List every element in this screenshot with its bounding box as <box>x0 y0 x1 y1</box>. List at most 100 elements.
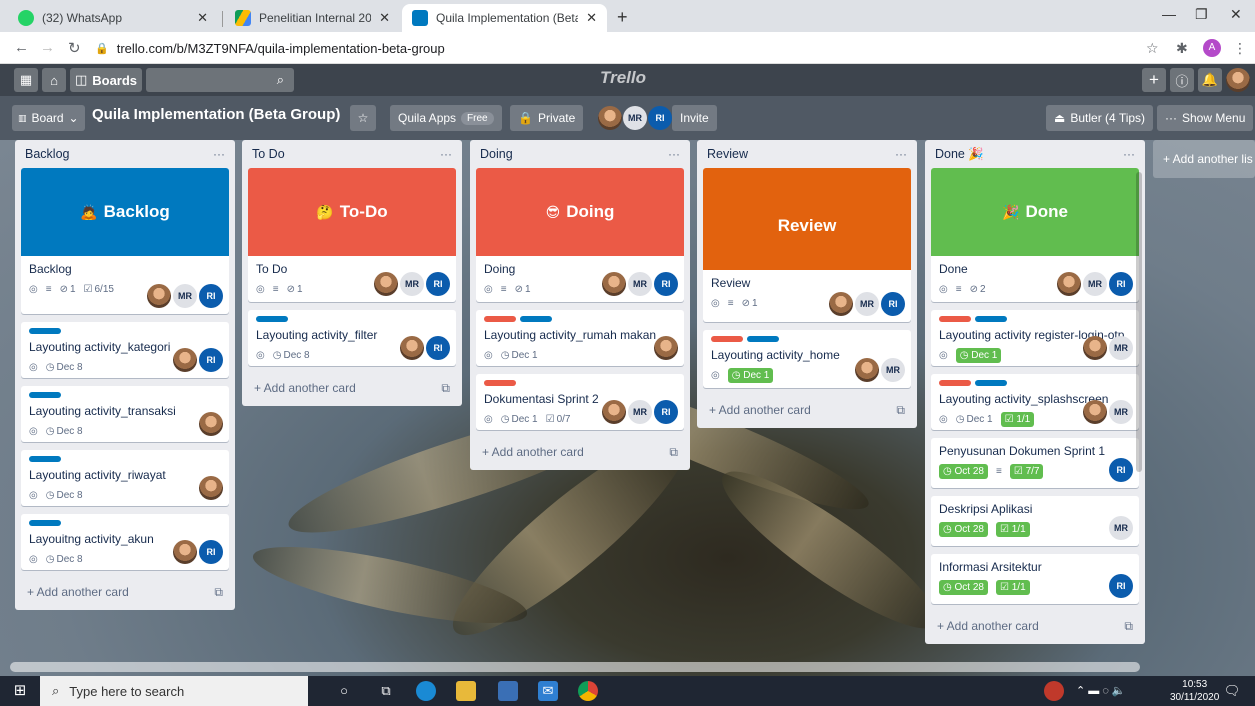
member-avatar-ri[interactable]: RI <box>199 540 223 564</box>
member-avatar-photo[interactable] <box>173 348 197 372</box>
cover-card[interactable]: 🙇 Backlog Backlog ◎ ≡ ⊘ 1 ☑ 6/15 MR RI <box>21 168 229 314</box>
reload-icon[interactable]: ↻ <box>68 39 81 57</box>
add-card-button[interactable]: + Add another card ⧉ <box>476 438 684 466</box>
member-avatar-mr[interactable]: MR <box>1083 272 1107 296</box>
list-title[interactable]: Doing <box>480 147 513 161</box>
member-avatar-photo[interactable] <box>598 106 622 130</box>
member-avatar-mr[interactable]: MR <box>628 400 652 424</box>
member-avatar-mr[interactable]: MR <box>400 272 424 296</box>
notification-bell-icon[interactable]: 🔔 <box>1198 68 1222 92</box>
card[interactable]: Layouting activity_splashscreen ◎ ◷ Dec 1 ☑… <box>931 374 1139 430</box>
board-title[interactable]: Quila Implementation (Beta Group) <box>92 106 340 123</box>
close-tab-icon[interactable]: ✕ <box>586 10 597 26</box>
member-avatar-photo[interactable] <box>1057 272 1081 296</box>
due-date-badge[interactable]: ◷ Oct 28 <box>939 521 988 537</box>
list-title[interactable]: Review <box>707 147 748 161</box>
card[interactable]: Layouitng activity_akun ◎ ◷ Dec 8 RI <box>21 514 229 570</box>
tab-trello[interactable]: Quila Implementation (Beta Grou ✕ <box>402 4 607 32</box>
show-menu-button[interactable]: ··· Show Menu <box>1157 105 1254 131</box>
info-icon[interactable]: ⓘ <box>1170 68 1194 92</box>
member-avatar-ri[interactable]: RI <box>654 400 678 424</box>
card-template-icon[interactable]: ⧉ <box>214 585 223 600</box>
card[interactable]: Layouting activity_rumah makan ◎ ◷ Dec 1 <box>476 310 684 366</box>
user-avatar[interactable] <box>1226 68 1250 92</box>
member-avatar-ri[interactable]: RI <box>199 348 223 372</box>
list-menu-icon[interactable]: ··· <box>213 147 225 161</box>
back-icon[interactable]: ← <box>14 39 29 56</box>
card[interactable]: Deskripsi Aplikasi ◷ Oct 28 ☑ 1/1 MR <box>931 496 1139 546</box>
member-avatar-ri[interactable]: RI <box>426 336 450 360</box>
tab-whatsapp[interactable]: (32) WhatsApp ✕ <box>8 4 218 32</box>
list-menu-icon[interactable]: ··· <box>1123 147 1135 161</box>
member-avatar-ri[interactable]: RI <box>1109 458 1133 482</box>
url-field[interactable]: 🔒 trello.com/b/M3ZT9NFA/quila-implementa… <box>95 36 1130 60</box>
member-avatar-mr[interactable]: MR <box>623 106 647 130</box>
cortana-icon[interactable]: ○ <box>334 681 354 701</box>
member-avatar-ri[interactable]: RI <box>654 272 678 296</box>
member-avatar-photo[interactable] <box>400 336 424 360</box>
board-menu-button[interactable]: ▥ Board ⌄ <box>12 105 85 131</box>
card[interactable]: Layouting activity register-login-otp ◎ ◷… <box>931 310 1139 366</box>
member-avatar-photo[interactable] <box>1083 336 1107 360</box>
profile-avatar[interactable]: A <box>1203 39 1221 57</box>
extensions-icon[interactable]: ✱ <box>1176 40 1188 57</box>
due-date-badge[interactable]: ◷ Oct 28 <box>939 463 988 479</box>
boards-button[interactable]: ◫ Boards <box>70 68 142 92</box>
mail-icon[interactable]: ✉ <box>538 681 558 701</box>
star-board-button[interactable]: ☆ <box>350 105 376 131</box>
home-icon[interactable]: ⌂ <box>42 68 66 92</box>
member-avatar-photo[interactable] <box>1083 400 1107 424</box>
taskbar-search-input[interactable]: ⌕ Type here to search <box>40 676 308 706</box>
add-card-button[interactable]: + Add another card ⧉ <box>21 578 229 606</box>
board-horizontal-scrollbar[interactable] <box>10 662 1140 672</box>
due-date-badge[interactable]: ◷ Oct 28 <box>939 579 988 595</box>
list-menu-icon[interactable]: ··· <box>895 147 907 161</box>
member-avatar-ri[interactable]: RI <box>1109 272 1133 296</box>
list-title[interactable]: Backlog <box>25 147 69 161</box>
list-scrollbar[interactable] <box>1136 172 1142 472</box>
windows-start-icon[interactable]: ⊞ <box>10 681 30 701</box>
card-template-icon[interactable]: ⧉ <box>441 381 450 396</box>
member-avatar-mr[interactable]: MR <box>1109 516 1133 540</box>
add-list-button[interactable]: + Add another lis <box>1153 140 1255 178</box>
card[interactable]: Dokumentasi Sprint 2 ◎ ◷ Dec 1 ☑ 0/7 MR RI <box>476 374 684 430</box>
card[interactable]: Penyusunan Dokumen Sprint 1 ◷ Oct 28 ≡ ☑ 7… <box>931 438 1139 488</box>
cover-card[interactable]: 🤔 To-Do To Do ◎ ≡ ⊘ 1 MR RI <box>248 168 456 302</box>
member-avatar-photo[interactable] <box>374 272 398 296</box>
member-avatar-photo[interactable] <box>147 284 171 308</box>
member-avatar-ri[interactable]: RI <box>199 284 223 308</box>
quila-apps-button[interactable]: Quila Apps Free <box>390 105 502 131</box>
card[interactable]: Informasi Arsitektur ◷ Oct 28 ☑ 1/1 RI <box>931 554 1139 604</box>
member-avatar-photo[interactable] <box>199 412 223 436</box>
minimize-icon[interactable]: — <box>1162 6 1176 22</box>
add-card-button[interactable]: + Add another card ⧉ <box>248 374 456 402</box>
member-avatar-photo[interactable] <box>855 358 879 382</box>
add-card-button[interactable]: + Add another card ⧉ <box>703 396 911 424</box>
member-avatar-photo[interactable] <box>602 272 626 296</box>
member-avatar-ri[interactable]: RI <box>426 272 450 296</box>
member-avatar-photo[interactable] <box>173 540 197 564</box>
due-date-badge[interactable]: ◷ Dec 1 <box>955 347 1002 363</box>
member-avatar-ri[interactable]: RI <box>1109 574 1133 598</box>
maximize-icon[interactable]: ❐ <box>1195 6 1208 23</box>
cover-card[interactable]: 😎 Doing Doing ◎ ≡ ⊘ 1 MR RI <box>476 168 684 302</box>
card[interactable]: Layouting activity_transaksi ◎ ◷ Dec 8 <box>21 386 229 442</box>
notifications-icon[interactable]: 🗨 <box>1222 681 1242 701</box>
member-avatar-mr[interactable]: MR <box>1109 400 1133 424</box>
card[interactable]: Layouting activity_riwayat ◎ ◷ Dec 8 <box>21 450 229 506</box>
member-avatar-ri[interactable]: RI <box>648 106 672 130</box>
header-search-input[interactable]: ⌕ <box>146 68 294 92</box>
card[interactable]: Layouting activity_filter ◎ ◷ Dec 8 RI <box>248 310 456 366</box>
butler-button[interactable]: ⏏ Butler (4 Tips) <box>1046 105 1154 131</box>
tab-google-drive[interactable]: Penelitian Internal 2020 - Google ✕ <box>225 4 400 32</box>
forward-icon[interactable]: → <box>40 39 55 56</box>
list-menu-icon[interactable]: ··· <box>440 147 452 161</box>
member-avatar-mr[interactable]: MR <box>173 284 197 308</box>
list-menu-icon[interactable]: ··· <box>668 147 680 161</box>
member-avatar-photo[interactable] <box>829 292 853 316</box>
due-date-badge[interactable]: ◷ Dec 1 <box>727 367 774 383</box>
member-avatar-mr[interactable]: MR <box>855 292 879 316</box>
member-avatar-photo[interactable] <box>602 400 626 424</box>
trello-logo[interactable]: Trello <box>600 68 646 88</box>
file-explorer-icon[interactable] <box>456 681 476 701</box>
